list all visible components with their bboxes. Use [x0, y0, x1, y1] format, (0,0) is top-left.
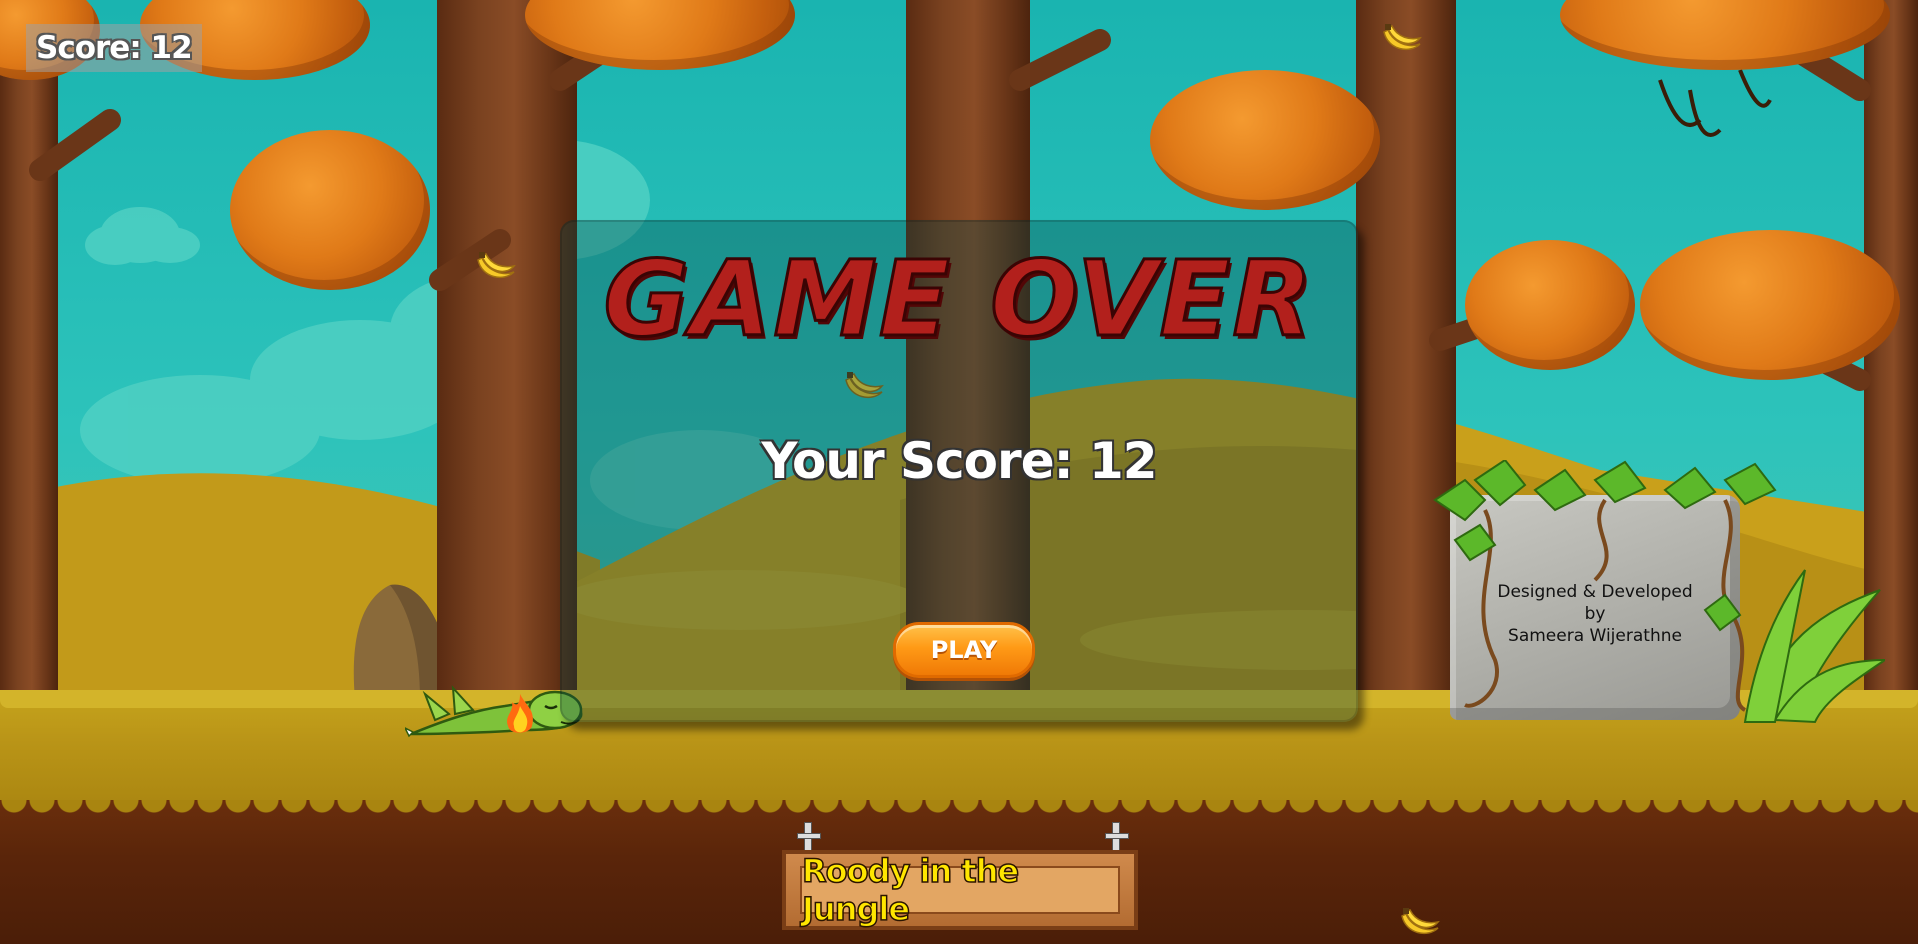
title-sign: Roody in the Jungle [782, 850, 1138, 930]
dino-character-icon [405, 685, 583, 738]
banana-icon [1383, 24, 1422, 51]
banana-icon [477, 252, 516, 279]
hud-score: Score: 12 [26, 24, 202, 72]
final-score: Your Score: 12 [761, 432, 1157, 490]
foliage [1465, 240, 1635, 370]
foliage [1640, 230, 1900, 380]
game-over-panel: GAME OVER Your Score: 12 PLAY [560, 220, 1358, 722]
game-over-title: GAME OVER [602, 237, 1315, 362]
banana-icon [1401, 908, 1440, 935]
play-button[interactable]: PLAY [893, 622, 1035, 678]
foliage [230, 130, 430, 290]
vine-leaves-icon [1433, 460, 1885, 724]
game-title: Roody in the Jungle [800, 851, 1120, 929]
foliage [1150, 70, 1380, 210]
game-scene: Score: 12 GAME OVER Your Score: 12 PLAY … [0, 0, 1918, 944]
grass-fringe [0, 800, 1918, 826]
fire-icon [507, 694, 533, 733]
